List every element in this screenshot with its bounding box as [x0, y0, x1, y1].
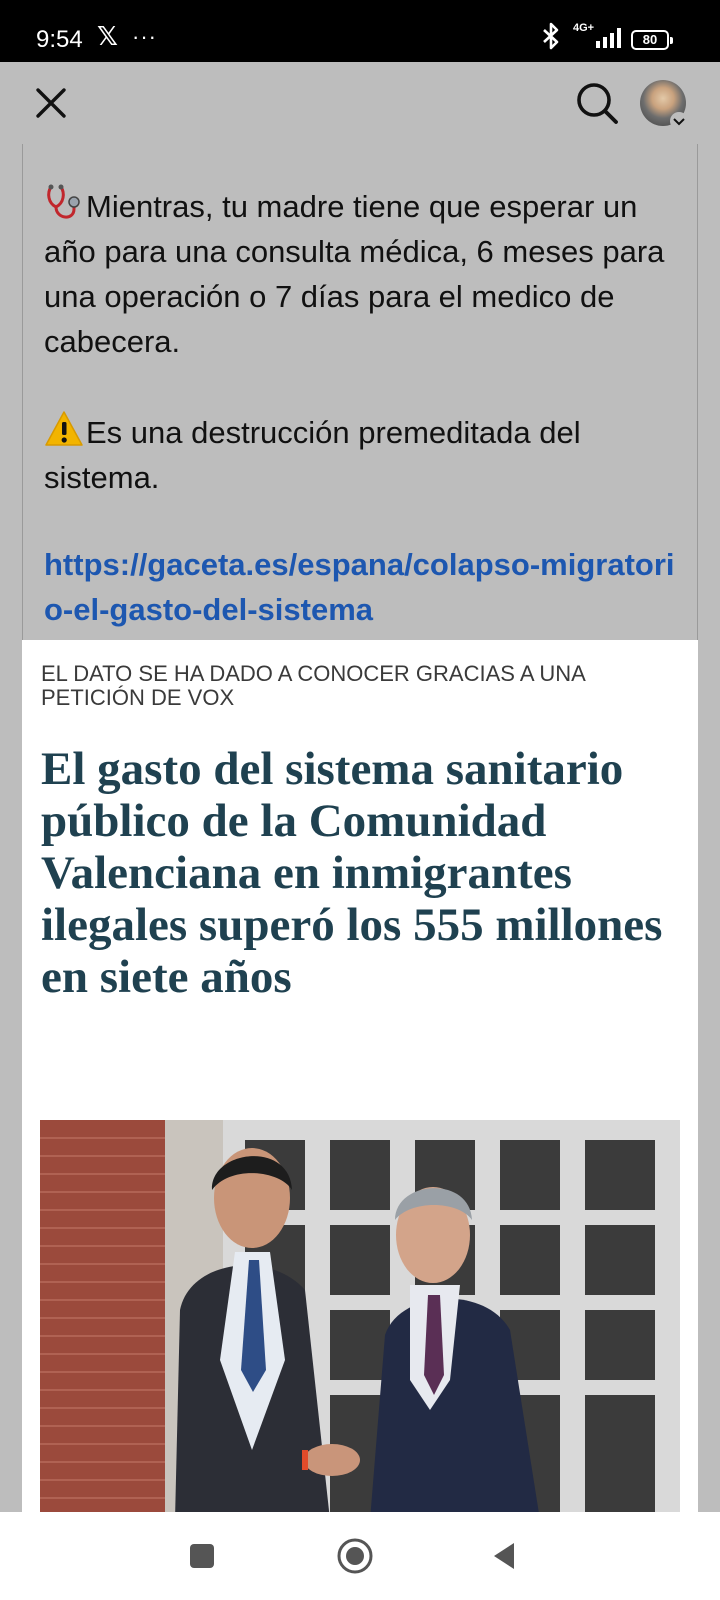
article-preview-image[interactable]: EL DATO SE HA DADO A CONOCER GRACIAS A U…	[22, 640, 698, 1512]
x-app-icon: 𝕏	[97, 22, 118, 52]
bluetooth-icon	[543, 22, 559, 50]
network-type: 4G+	[573, 22, 595, 34]
signal-icon	[596, 28, 621, 48]
search-icon[interactable]	[574, 80, 620, 126]
stethoscope-icon	[47, 184, 80, 219]
recents-icon[interactable]	[182, 1536, 222, 1576]
close-icon[interactable]	[32, 84, 70, 122]
battery-icon: 80	[631, 30, 673, 50]
post-text: Mientras, tu madre tiene que esperar un …	[44, 183, 684, 500]
post-paragraph-2-text: Es una destrucción premeditada del siste…	[44, 415, 581, 495]
status-bar: 9:54 𝕏 ··· 4G+ 80	[0, 0, 720, 62]
warning-icon	[45, 411, 83, 446]
top-app-bar	[0, 62, 720, 144]
article-photo	[40, 1120, 680, 1512]
back-icon[interactable]	[486, 1536, 526, 1576]
post-paragraph-1: Mientras, tu madre tiene que esperar un …	[44, 183, 684, 364]
home-icon[interactable]	[335, 1536, 375, 1576]
battery-level: 80	[642, 32, 658, 47]
status-time: 9:54	[36, 26, 83, 53]
more-notifications-icon: ···	[132, 24, 157, 49]
post-paragraph-1-text: Mientras, tu madre tiene que esperar un …	[44, 189, 665, 359]
article-headline: El gasto del sistema sanitario público d…	[41, 743, 663, 1003]
article-link[interactable]: https://gaceta.es/espana/colapso-migrato…	[44, 542, 684, 632]
article-kicker: EL DATO SE HA DADO A CONOCER GRACIAS A U…	[41, 661, 585, 710]
chevron-down-icon[interactable]	[670, 112, 688, 130]
post-paragraph-2: Es una destrucción premeditada del siste…	[44, 409, 684, 500]
system-nav-bar	[0, 1512, 720, 1600]
